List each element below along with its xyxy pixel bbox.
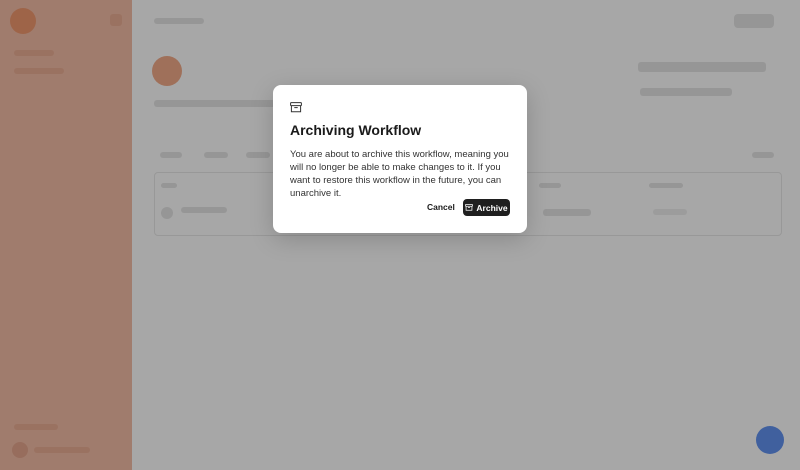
dialog-message: You are about to archive this workflow, …	[290, 149, 509, 199]
archive-box-icon	[465, 204, 474, 211]
archive-button-label: Archive	[476, 202, 508, 213]
app-window: Archiving Workflow You are about to arch…	[0, 0, 800, 470]
archive-box-icon	[290, 102, 302, 113]
archive-button[interactable]: Archive	[463, 199, 510, 216]
archive-workflow-dialog: Archiving Workflow You are about to arch…	[273, 85, 527, 233]
dialog-title: Archiving Workflow	[290, 122, 422, 138]
modal-backdrop[interactable]	[0, 0, 800, 470]
cancel-button[interactable]: Cancel	[421, 199, 461, 216]
